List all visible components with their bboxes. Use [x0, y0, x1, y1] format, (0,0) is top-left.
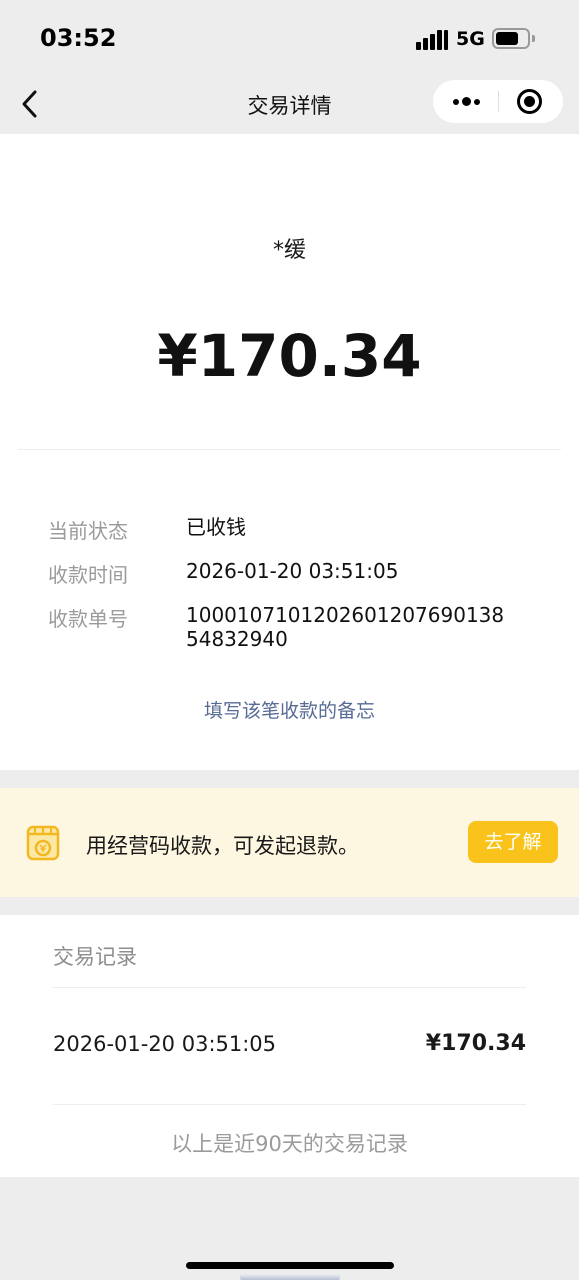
detail-label: 收款时间	[48, 563, 128, 587]
record-amount: ¥170.34	[425, 1031, 526, 1056]
transaction-amount: ¥170.34	[157, 322, 422, 390]
more-dots-icon[interactable]	[433, 80, 497, 123]
detail-label: 收款单号	[48, 607, 128, 631]
banner-text: 用经营码收款，可发起退款。	[86, 834, 359, 858]
detail-value: 1000107101202601207690138 54832940	[186, 603, 505, 651]
records-footer: 以上是近90天的交易记录	[171, 1132, 408, 1156]
transaction-card: *缓 ¥170.34 当前状态 已收钱 收款时间 2026-01-20 03:5…	[0, 134, 579, 770]
learn-more-button[interactable]: 去了解	[468, 821, 558, 863]
merchant-qr-icon	[25, 824, 61, 862]
divider	[53, 1104, 526, 1105]
status-time: 03:52	[40, 24, 117, 52]
capsule-divider	[498, 91, 499, 112]
divider	[18, 449, 561, 450]
merchant-code-banner: 用经营码收款，可发起退款。 去了解	[0, 788, 579, 897]
nav-bar: 交易详情	[0, 76, 579, 134]
records-title: 交易记录	[53, 945, 137, 969]
detail-value: 已收钱	[186, 515, 246, 539]
record-date: 2026-01-20 03:51:05	[53, 1032, 277, 1056]
payer-name: *缓	[272, 238, 306, 263]
memo-link[interactable]: 填写该笔收款的备忘	[0, 696, 579, 723]
record-circle-icon[interactable]	[517, 89, 542, 114]
battery-icon	[492, 28, 530, 49]
battery-tip	[532, 35, 535, 42]
bottom-link-peek[interactable]	[240, 1270, 340, 1280]
divider	[53, 987, 526, 988]
network-type: 5G	[456, 28, 485, 50]
detail-label: 当前状态	[48, 519, 128, 543]
detail-value: 2026-01-20 03:51:05	[186, 559, 399, 583]
mini-program-capsule	[433, 80, 563, 123]
signal-icon	[416, 28, 448, 50]
home-indicator[interactable]	[186, 1262, 394, 1269]
records-card: 交易记录 2026-01-20 03:51:05 ¥170.34 以上是近90天…	[0, 915, 579, 1177]
status-bar: 03:52 5G	[0, 0, 579, 76]
